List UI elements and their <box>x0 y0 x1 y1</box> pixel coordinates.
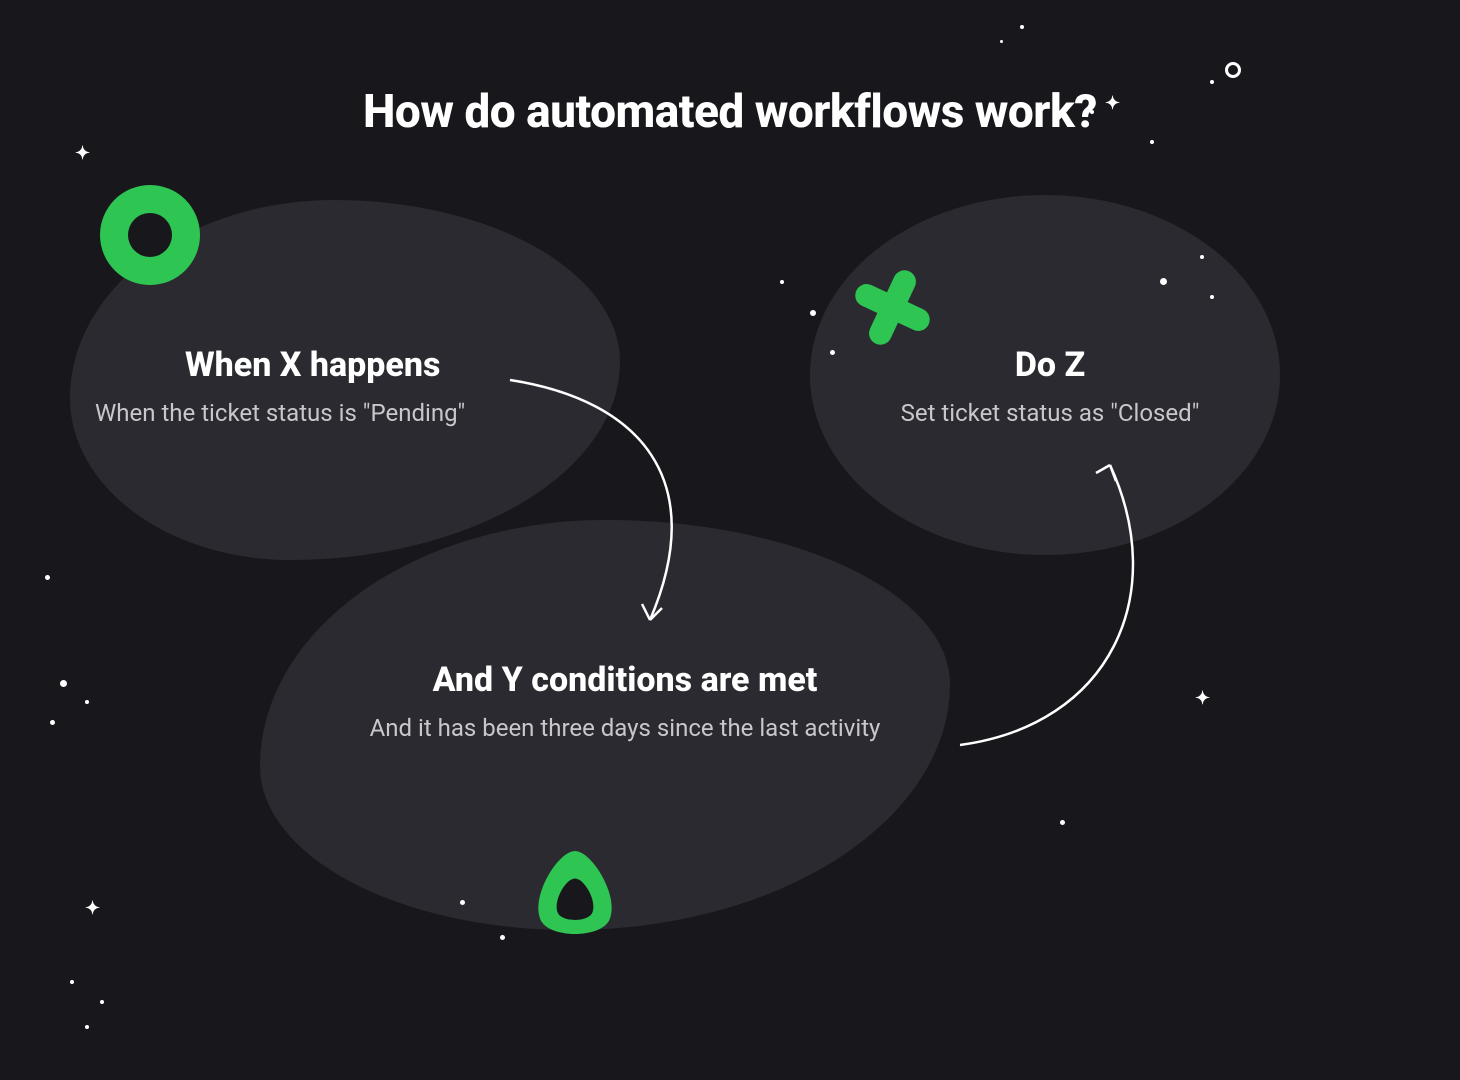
decorative-dot <box>810 310 816 316</box>
decorative-sparkle: ✦ <box>1195 690 1210 708</box>
condition-step: And Y conditions are met And it has been… <box>290 660 960 742</box>
diagram-title: How do automated workflows work? <box>0 85 1460 139</box>
decorative-dot <box>45 575 50 580</box>
action-subtitle: Set ticket status as "Closed" <box>840 399 1260 427</box>
decorative-dot <box>1000 40 1003 43</box>
decorative-dot <box>830 350 835 355</box>
decorative-dot <box>100 1000 104 1004</box>
action-step: Do Z Set ticket status as "Closed" <box>840 345 1260 427</box>
decorative-dot <box>1160 278 1167 285</box>
arrow-trigger-to-condition <box>500 370 760 650</box>
decorative-dot <box>1210 295 1214 299</box>
decorative-dot <box>85 700 89 704</box>
decorative-dot <box>500 935 505 940</box>
decorative-dot <box>85 1025 89 1029</box>
decorative-dot <box>1060 820 1065 825</box>
decorative-sparkle: ✦ <box>1105 95 1120 113</box>
ring-icon <box>100 185 200 285</box>
condition-title: And Y conditions are met <box>290 660 960 700</box>
decorative-dot <box>1150 140 1154 144</box>
decorative-sparkle: ✦ <box>85 900 100 918</box>
triangle-icon <box>520 840 630 950</box>
decorative-sparkle: ✦ <box>75 145 90 163</box>
decorative-dot <box>50 720 55 725</box>
arrow-condition-to-action <box>940 445 1200 765</box>
decorative-dot <box>1200 255 1204 259</box>
decorative-ring-small <box>1225 62 1241 78</box>
decorative-dot <box>60 680 67 687</box>
decorative-dot <box>1210 80 1214 84</box>
decorative-dot <box>1020 25 1024 29</box>
condition-subtitle: And it has been three days since the las… <box>290 714 960 742</box>
decorative-dot <box>780 280 784 284</box>
plus-icon <box>845 260 940 355</box>
decorative-dot <box>460 900 465 905</box>
diagram-canvas: How do automated workflows work? When X … <box>0 0 1460 1080</box>
decorative-dot <box>70 980 74 984</box>
decorative-dot <box>1090 110 1094 114</box>
